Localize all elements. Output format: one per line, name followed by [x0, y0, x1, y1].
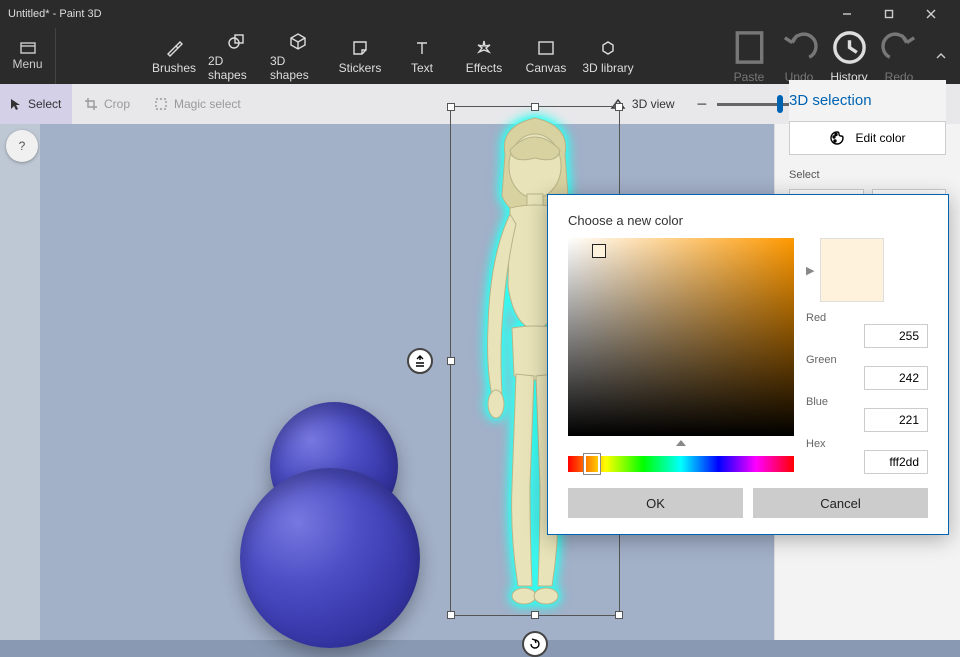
- title-bar: Untitled* - Paint 3D: [0, 0, 960, 28]
- blue-input[interactable]: [864, 408, 928, 432]
- panel-title: 3D selection: [789, 80, 946, 121]
- paste-button[interactable]: Paste: [726, 28, 772, 84]
- red-input[interactable]: [864, 324, 928, 348]
- hue-thumb[interactable]: [584, 454, 600, 474]
- crop-tool[interactable]: Crop: [72, 84, 142, 124]
- tool-3d-shapes[interactable]: 3D shapes: [270, 28, 326, 84]
- undo-button[interactable]: Undo: [776, 28, 822, 84]
- hex-label: Hex: [806, 438, 928, 450]
- close-button[interactable]: [910, 0, 952, 28]
- cancel-button[interactable]: Cancel: [753, 488, 928, 518]
- hue-slider[interactable]: [568, 456, 794, 472]
- edit-color-button[interactable]: Edit color: [789, 121, 946, 155]
- hue-indicator-icon: [676, 440, 686, 446]
- ok-button[interactable]: OK: [568, 488, 743, 518]
- green-label: Green: [806, 354, 928, 366]
- green-input[interactable]: [864, 366, 928, 390]
- select-tool[interactable]: Select: [0, 84, 72, 124]
- resize-handle-mb[interactable]: [531, 611, 539, 619]
- resize-handle-br[interactable]: [615, 611, 623, 619]
- zoom-out-button[interactable]: −: [697, 94, 708, 115]
- tool-2d-shapes[interactable]: 2D shapes: [208, 28, 264, 84]
- minimize-button[interactable]: [826, 0, 868, 28]
- color-saturation-field[interactable]: [568, 238, 794, 436]
- redo-button[interactable]: Redo: [876, 28, 922, 84]
- menu-label: Menu: [12, 57, 42, 71]
- y-rotate-handle[interactable]: [522, 631, 548, 657]
- blue-label: Blue: [806, 396, 928, 408]
- menu-button[interactable]: Menu: [0, 28, 56, 84]
- tool-canvas[interactable]: Canvas: [518, 28, 574, 84]
- help-button[interactable]: ?: [6, 130, 38, 162]
- dialog-heading: Choose a new color: [568, 213, 928, 228]
- sphere-front[interactable]: [240, 468, 420, 648]
- resize-handle-bl[interactable]: [447, 611, 455, 619]
- tool-brushes[interactable]: Brushes: [146, 28, 202, 84]
- expand-toolbar-button[interactable]: [926, 28, 956, 84]
- color-picker-dialog: Choose a new color ▶ Red Green Blue Hex: [547, 194, 949, 535]
- select-section-label: Select: [789, 169, 946, 181]
- tool-effects[interactable]: Effects: [456, 28, 512, 84]
- tool-3d-library[interactable]: 3D library: [580, 28, 636, 84]
- resize-handle-tl[interactable]: [447, 103, 455, 111]
- tool-stickers[interactable]: Stickers: [332, 28, 388, 84]
- resize-handle-ml[interactable]: [447, 357, 455, 365]
- history-button[interactable]: History: [826, 28, 872, 84]
- resize-handle-mt[interactable]: [531, 103, 539, 111]
- magic-select-tool[interactable]: Magic select: [142, 84, 253, 124]
- hex-input[interactable]: [864, 450, 928, 474]
- window-title: Untitled* - Paint 3D: [8, 8, 826, 20]
- resize-handle-tr[interactable]: [615, 103, 623, 111]
- tool-text[interactable]: Text: [394, 28, 450, 84]
- main-toolbar: Menu Brushes 2D shapes 3D shapes Sticker…: [0, 28, 960, 84]
- color-field-cursor[interactable]: [592, 244, 606, 258]
- red-label: Red: [806, 312, 928, 324]
- z-rotate-handle[interactable]: [407, 348, 433, 374]
- color-swatch: [820, 238, 884, 302]
- swatch-arrow-icon: ▶: [806, 264, 814, 277]
- maximize-button[interactable]: [868, 0, 910, 28]
